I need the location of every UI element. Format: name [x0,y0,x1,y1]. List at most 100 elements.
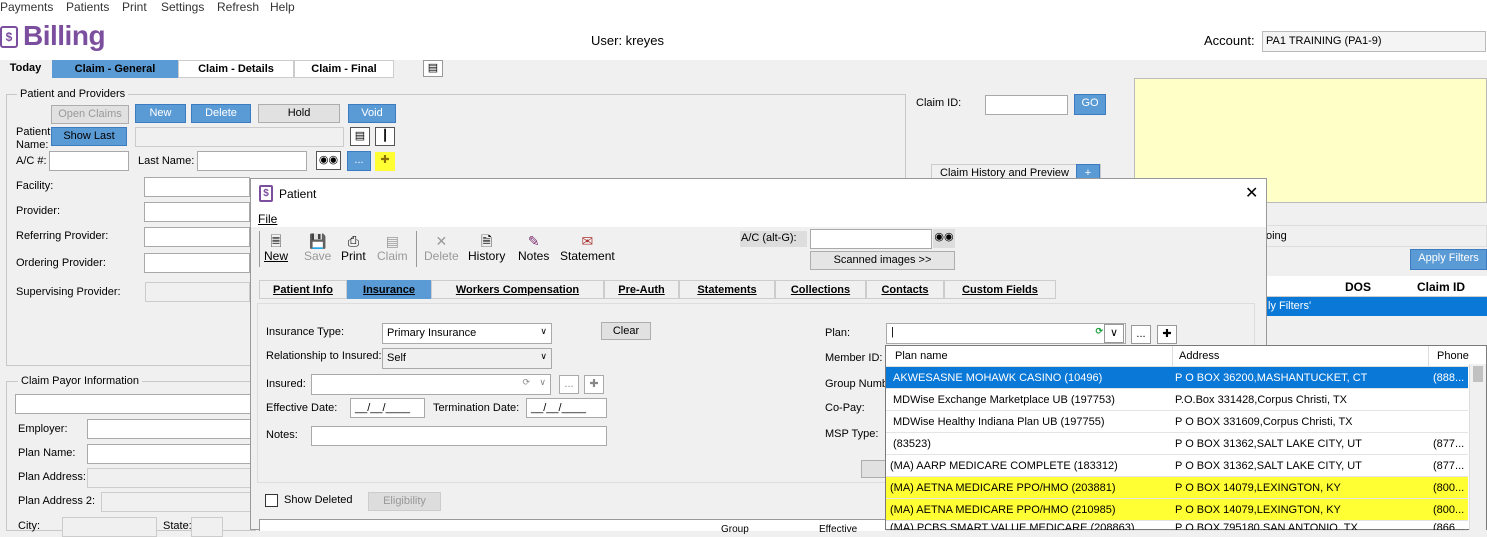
referring-provider-input[interactable] [144,227,250,247]
dialog-menu-file[interactable]: File [258,212,277,226]
claim-icon: ▤ [385,233,399,249]
effective-date-input[interactable]: __/__/____ [350,398,425,418]
tab-statements[interactable]: Statements [679,280,775,299]
show-last-button[interactable]: Show Last [51,127,127,146]
provider-input[interactable] [144,202,250,222]
patient-book-icon[interactable]: ┃ [375,127,395,146]
menu-print[interactable]: Print [122,0,147,14]
statement-icon: ✉ [581,233,594,249]
document-icon[interactable]: ▤ [423,60,443,77]
city-input[interactable] [62,517,157,537]
tab-custom-fields[interactable]: Custom Fields [944,280,1056,299]
new-document-icon: 🗏 [270,233,282,249]
dialog-binoculars-icon[interactable]: ◉◉ [933,229,955,248]
dialog-titlebar [251,179,1266,209]
plan-list-item[interactable]: (MA) AARP MEDICARE COMPLETE (183312) P O … [886,455,1468,477]
supervising-provider-label: Supervising Provider: [16,286,121,298]
ac-label: A/C #: [16,155,47,167]
toolbar-history-button[interactable]: 🗎 History [468,233,505,263]
supervising-provider-input[interactable] [145,282,250,302]
eligibility-button[interactable]: Eligibility [368,492,441,511]
menu-payments[interactable]: Payments [0,0,53,14]
form-action-button[interactable] [861,460,887,478]
toolbar-print-button[interactable]: ⎙ Print [341,233,366,263]
plan-address-input[interactable] [87,468,252,488]
tab-patient-info[interactable]: Patient Info [259,280,347,299]
plan-list-scrollbar[interactable] [1469,364,1486,530]
tab-workers-comp[interactable]: Workers Compensation [431,280,604,299]
show-deleted-label: Show Deleted [284,494,353,506]
show-deleted-checkbox[interactable] [265,494,278,507]
ac-alt-g-input[interactable] [810,229,932,249]
facility-input[interactable] [144,177,250,197]
scanned-images-button[interactable]: Scanned images >> [810,251,955,270]
patient-lookup-button[interactable]: ... [347,151,371,171]
toolbar-new-button[interactable]: 🗏 New [264,233,288,263]
scrollbar-thumb[interactable] [1473,366,1483,382]
plan-list-item[interactable]: (83523) P O BOX 31362,SALT LAKE CITY, UT(… [886,433,1468,455]
open-claims-button[interactable]: Open Claims [51,105,129,124]
plan-dropdown-chevron-icon[interactable]: ∨ [1104,324,1124,343]
insurance-grid [259,519,889,531]
hold-button[interactable]: Hold [258,104,340,123]
insured-select[interactable]: ⟳ ∨ [311,374,551,395]
toolbar-claim-button[interactable]: ▤ Claim [377,233,408,263]
termination-date-input[interactable]: __/__/____ [526,398,607,418]
apply-filters-button[interactable]: Apply Filters [1410,249,1487,270]
delete-x-icon: ✕ [435,233,448,249]
plan-list-item[interactable]: MDWise Healthy Indiana Plan UB (197755) P… [886,411,1468,433]
menu-patients[interactable]: Patients [66,0,109,14]
account-select[interactable]: PA1 TRAINING (PA1-9) [1262,31,1486,52]
plan-address2-input[interactable] [101,492,252,512]
toolbar-statement-button[interactable]: ✉ Statement [560,233,615,263]
tab-claim-general[interactable]: Claim - General [52,60,178,78]
plan-combobox[interactable]: | ⟳ [886,323,1126,344]
employer-input[interactable] [87,419,252,439]
tab-claim-final[interactable]: Claim - Final [294,60,394,78]
plan-add-plus-icon[interactable]: ✚ [1157,325,1177,344]
patient-document-icon[interactable]: ▤ [350,127,370,146]
relationship-select[interactable]: Self ∨ [382,348,552,369]
insured-add-plus-icon[interactable]: ✚ [584,375,604,394]
facility-label: Facility: [16,180,54,192]
toolbar-save-button[interactable]: 💾 Save [304,233,331,263]
claim-payor-title: Claim Payor Information [18,375,142,387]
clear-button[interactable]: Clear [601,322,651,340]
new-button[interactable]: New [135,104,186,123]
plan-name-input[interactable] [87,444,252,464]
toolbar-notes-button[interactable]: ✎ Notes [518,233,549,263]
claims-grid-row[interactable]: ly Filters' [1266,297,1487,316]
menu-help[interactable]: Help [270,0,295,14]
plan-lookup-button[interactable]: ... [1131,325,1151,344]
toolbar-delete-button[interactable]: ✕ Delete [424,233,459,263]
state-input[interactable] [191,517,223,537]
add-patient-plus-icon[interactable]: ✚ [375,152,395,171]
tab-claim-details[interactable]: Claim - Details [178,60,294,78]
delete-button[interactable]: Delete [191,104,251,123]
go-button[interactable]: GO [1074,94,1106,115]
tab-contacts[interactable]: Contacts [866,280,944,299]
insured-lookup-button[interactable]: ... [559,375,579,394]
payor-input[interactable] [15,394,255,414]
claim-id-input[interactable] [985,95,1068,115]
menu-settings[interactable]: Settings [161,0,204,14]
ordering-provider-input[interactable] [144,253,250,273]
last-name-input[interactable] [197,151,307,171]
void-button[interactable]: Void [348,104,396,123]
menu-refresh[interactable]: Refresh [217,0,259,14]
plan-list-header: Plan name Address Phone [886,346,1486,367]
tab-insurance[interactable]: Insurance [347,280,431,299]
tab-collections[interactable]: Collections [775,280,866,299]
ac-input[interactable] [49,151,129,171]
plan-list-item[interactable]: MDWise Exchange Marketplace UB (197753) P… [886,389,1468,411]
insurance-type-select[interactable]: Primary Insurance ∨ [382,323,552,344]
notes-input[interactable] [311,426,607,446]
close-icon[interactable]: ✕ [1245,183,1258,203]
tab-today[interactable]: Today [0,60,51,78]
copay-label: Co-Pay: [825,402,865,414]
tab-pre-auth[interactable]: Pre-Auth [604,280,679,299]
plan-list-item[interactable]: (MA) AETNA MEDICARE PPO/HMO (210985) P O … [886,499,1468,521]
plan-list-item[interactable]: AKWESASNE MOHAWK CASINO (10496) P O BOX 3… [886,367,1468,389]
plan-list-item[interactable]: (MA) AETNA MEDICARE PPO/HMO (203881) P O … [886,477,1468,499]
binoculars-search-icon[interactable]: ◉◉ [316,151,341,170]
